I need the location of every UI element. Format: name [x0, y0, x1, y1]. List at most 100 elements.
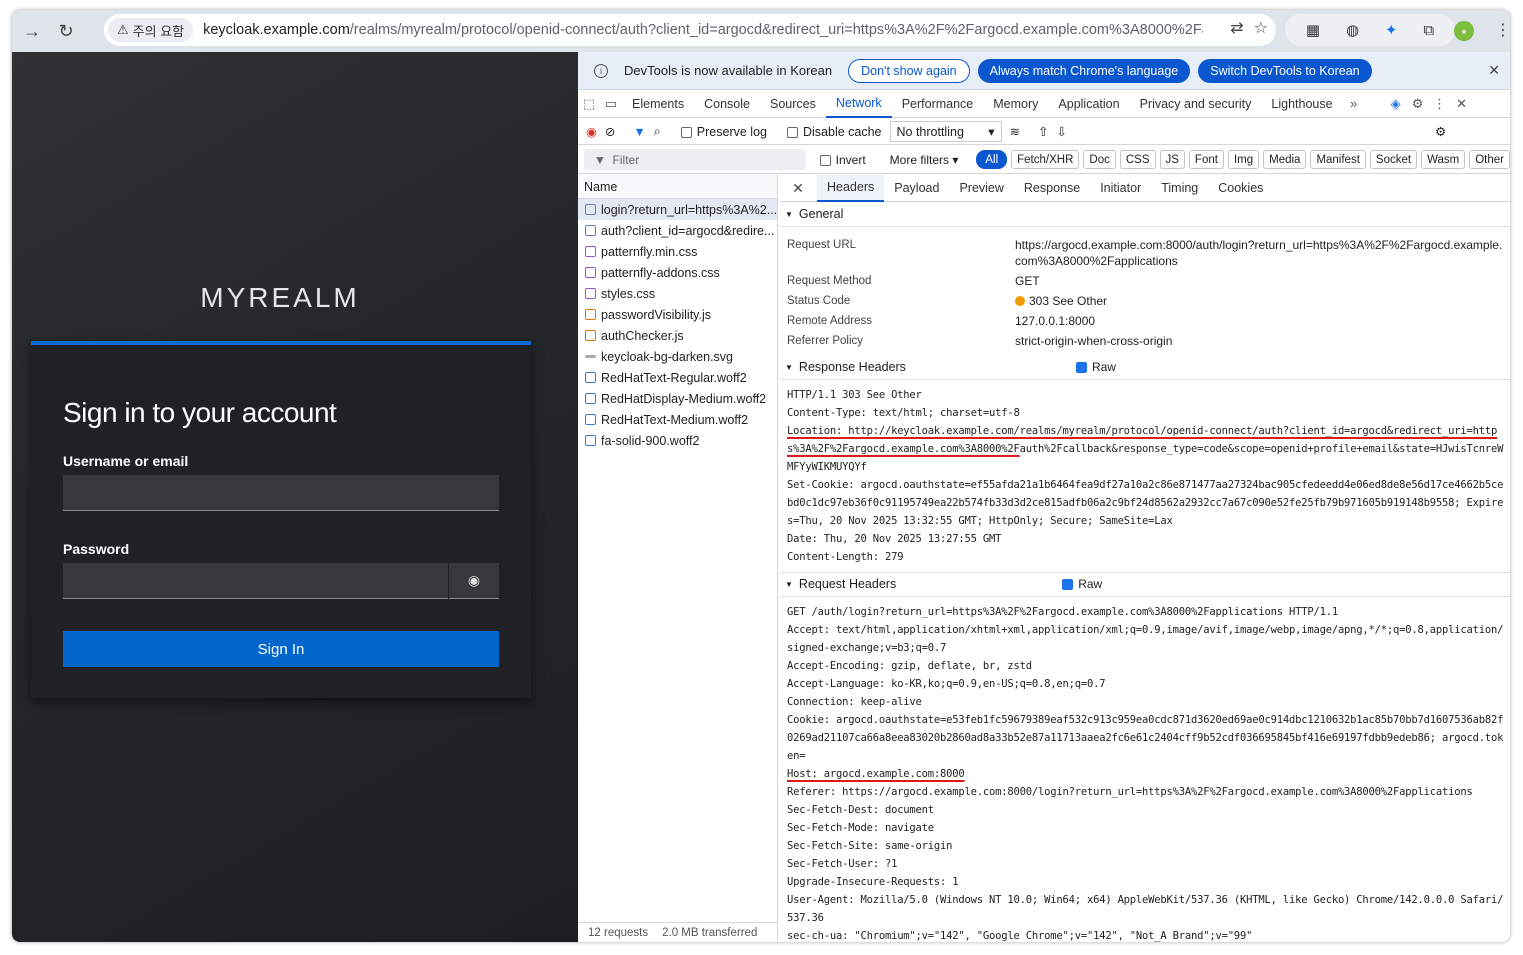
username-input[interactable]: [63, 475, 499, 511]
raw-checkbox[interactable]: Raw: [1062, 572, 1102, 597]
qr-icon[interactable]: ▦: [1306, 21, 1320, 39]
tab-timing[interactable]: Timing: [1151, 175, 1208, 202]
tab-preview[interactable]: Preview: [949, 175, 1013, 202]
list-item[interactable]: patternfly-addons.css: [578, 262, 777, 283]
ai-assist-icon[interactable]: ◈: [1385, 96, 1407, 112]
filter-bar: ▼ Filter Invert More filters ▾ All Fetch…: [578, 146, 1510, 174]
address-bar[interactable]: ⚠ 주의 요함 keycloak.example.com/realms/myrea…: [104, 14, 1276, 46]
chip-manifest[interactable]: Manifest: [1310, 150, 1366, 169]
security-chip[interactable]: ⚠ 주의 요함: [108, 18, 194, 42]
tab-response[interactable]: Response: [1014, 175, 1090, 202]
chip-fetch[interactable]: Fetch/XHR: [1011, 150, 1080, 169]
chip-socket[interactable]: Socket: [1369, 150, 1418, 169]
dont-show-again-button[interactable]: Don't show again: [848, 58, 970, 83]
chip-other[interactable]: Other: [1469, 150, 1510, 169]
chip-media[interactable]: Media: [1263, 150, 1307, 169]
list-item[interactable]: RedHatText-Regular.woff2: [578, 367, 777, 388]
invert-checkbox[interactable]: Invert: [819, 153, 866, 167]
globe-icon[interactable]: ◍: [1346, 21, 1359, 39]
search-icon[interactable]: ⌕: [654, 124, 661, 139]
inspect-icon[interactable]: ⬚: [578, 96, 600, 112]
tab-application[interactable]: Application: [1048, 90, 1129, 118]
filter-input[interactable]: ▼ Filter: [584, 149, 806, 170]
forward-icon[interactable]: →: [18, 17, 46, 45]
chip-wasm[interactable]: Wasm: [1421, 150, 1466, 169]
translate-icon[interactable]: ⇄: [1230, 18, 1243, 38]
kebab-icon[interactable]: ⋮: [1429, 96, 1451, 112]
close-devtools-icon[interactable]: ✕: [1451, 96, 1473, 112]
tab-performance[interactable]: Performance: [892, 90, 984, 118]
puzzle-icon[interactable]: ⧉: [1423, 22, 1434, 39]
list-item[interactable]: styles.css: [578, 283, 777, 304]
switch-language-button[interactable]: Switch DevTools to Korean: [1198, 58, 1372, 83]
stylesheet-icon: [585, 267, 596, 278]
throttle-select[interactable]: No throttling ▾: [889, 121, 1002, 142]
sign-in-button[interactable]: Sign In: [63, 631, 499, 667]
response-headers-section[interactable]: ▼ Response Headers Raw: [779, 355, 1510, 380]
close-detail-icon[interactable]: ✕: [779, 180, 817, 197]
network-settings-icon[interactable]: ⚙: [1435, 124, 1446, 139]
list-item[interactable]: login?return_url=https%3A%2...: [578, 199, 777, 220]
avatar[interactable]: ●: [1454, 21, 1474, 41]
tab-elements[interactable]: Elements: [622, 90, 694, 118]
menu-icon[interactable]: ⋮: [1495, 20, 1510, 40]
settings-gear-icon[interactable]: ⚙: [1407, 96, 1429, 112]
show-password-button[interactable]: ◉: [449, 563, 499, 599]
network-conditions-icon[interactable]: ≋: [1010, 124, 1020, 139]
tab-cookies[interactable]: Cookies: [1208, 175, 1273, 202]
extensions-area: ▦ ◍ ✦ ⧉: [1285, 14, 1455, 46]
tab-headers[interactable]: Headers: [817, 175, 885, 202]
always-match-button[interactable]: Always match Chrome's language: [977, 58, 1191, 83]
list-item[interactable]: auth?client_id=argocd&redire...: [578, 220, 777, 241]
disable-cache-checkbox[interactable]: Disable cache: [786, 125, 882, 139]
tab-sources[interactable]: Sources: [760, 90, 826, 118]
filter-icon[interactable]: ▼: [633, 125, 645, 139]
raw-checkbox[interactable]: Raw: [1075, 355, 1116, 380]
name-column-header[interactable]: Name: [578, 175, 777, 199]
chip-css[interactable]: CSS: [1119, 150, 1156, 169]
devtools-tabs: ⬚ ▭ Elements Console Sources Network Per…: [578, 90, 1510, 118]
clear-icon[interactable]: ⊘: [605, 124, 615, 139]
preserve-log-checkbox[interactable]: Preserve log: [680, 125, 767, 139]
chip-doc[interactable]: Doc: [1083, 150, 1116, 169]
general-section-header[interactable]: ▼ General: [779, 202, 1510, 227]
login-page: MYREALM Sign in to your account Username…: [12, 52, 578, 942]
font-icon: [585, 414, 596, 425]
close-icon[interactable]: ✕: [1488, 62, 1500, 79]
password-input[interactable]: [63, 563, 448, 599]
url-text[interactable]: keycloak.example.com/realms/myrealm/prot…: [203, 22, 1203, 38]
chip-all[interactable]: All: [976, 150, 1008, 169]
font-icon: [585, 372, 596, 383]
list-item[interactable]: passwordVisibility.js: [578, 304, 777, 325]
tab-lighthouse[interactable]: Lighthouse: [1261, 90, 1342, 118]
chip-js[interactable]: JS: [1159, 150, 1185, 169]
font-icon: [585, 435, 596, 446]
list-item[interactable]: keycloak-bg-darken.svg: [578, 346, 777, 367]
list-item[interactable]: patternfly.min.css: [578, 241, 777, 262]
list-item[interactable]: RedHatText-Medium.woff2: [578, 409, 777, 430]
tab-initiator[interactable]: Initiator: [1090, 175, 1151, 202]
request-headers-section[interactable]: ▼ Request Headers Raw: [779, 572, 1510, 597]
browser-toolbar: → ↻ ⚠ 주의 요함 keycloak.example.com/realms/m…: [12, 10, 1510, 52]
login-card: Sign in to your account Username or emai…: [31, 341, 531, 698]
more-filters-dropdown[interactable]: More filters ▾: [890, 153, 959, 167]
record-icon[interactable]: ◉: [586, 124, 597, 139]
tab-network[interactable]: Network: [825, 90, 892, 118]
tab-payload[interactable]: Payload: [884, 175, 949, 202]
chip-img[interactable]: Img: [1227, 150, 1260, 169]
download-icon[interactable]: ⇩: [1056, 124, 1066, 139]
upload-icon[interactable]: ⇧: [1038, 124, 1048, 139]
more-tabs-icon[interactable]: »: [1343, 96, 1365, 111]
tab-memory[interactable]: Memory: [983, 90, 1048, 118]
list-item[interactable]: RedHatDisplay-Medium.woff2: [578, 388, 777, 409]
devtools-panel: i DevTools is now available in Korean Do…: [578, 52, 1510, 942]
reload-icon[interactable]: ↻: [52, 17, 80, 45]
tab-console[interactable]: Console: [694, 90, 760, 118]
bookmark-star-icon[interactable]: ☆: [1254, 18, 1268, 38]
tool-icon[interactable]: ✦: [1385, 21, 1398, 39]
list-item[interactable]: fa-solid-900.woff2: [578, 430, 777, 451]
chip-font[interactable]: Font: [1188, 150, 1224, 169]
list-item[interactable]: authChecker.js: [578, 325, 777, 346]
device-toolbar-icon[interactable]: ▭: [600, 96, 622, 112]
tab-privacy[interactable]: Privacy and security: [1130, 90, 1262, 118]
